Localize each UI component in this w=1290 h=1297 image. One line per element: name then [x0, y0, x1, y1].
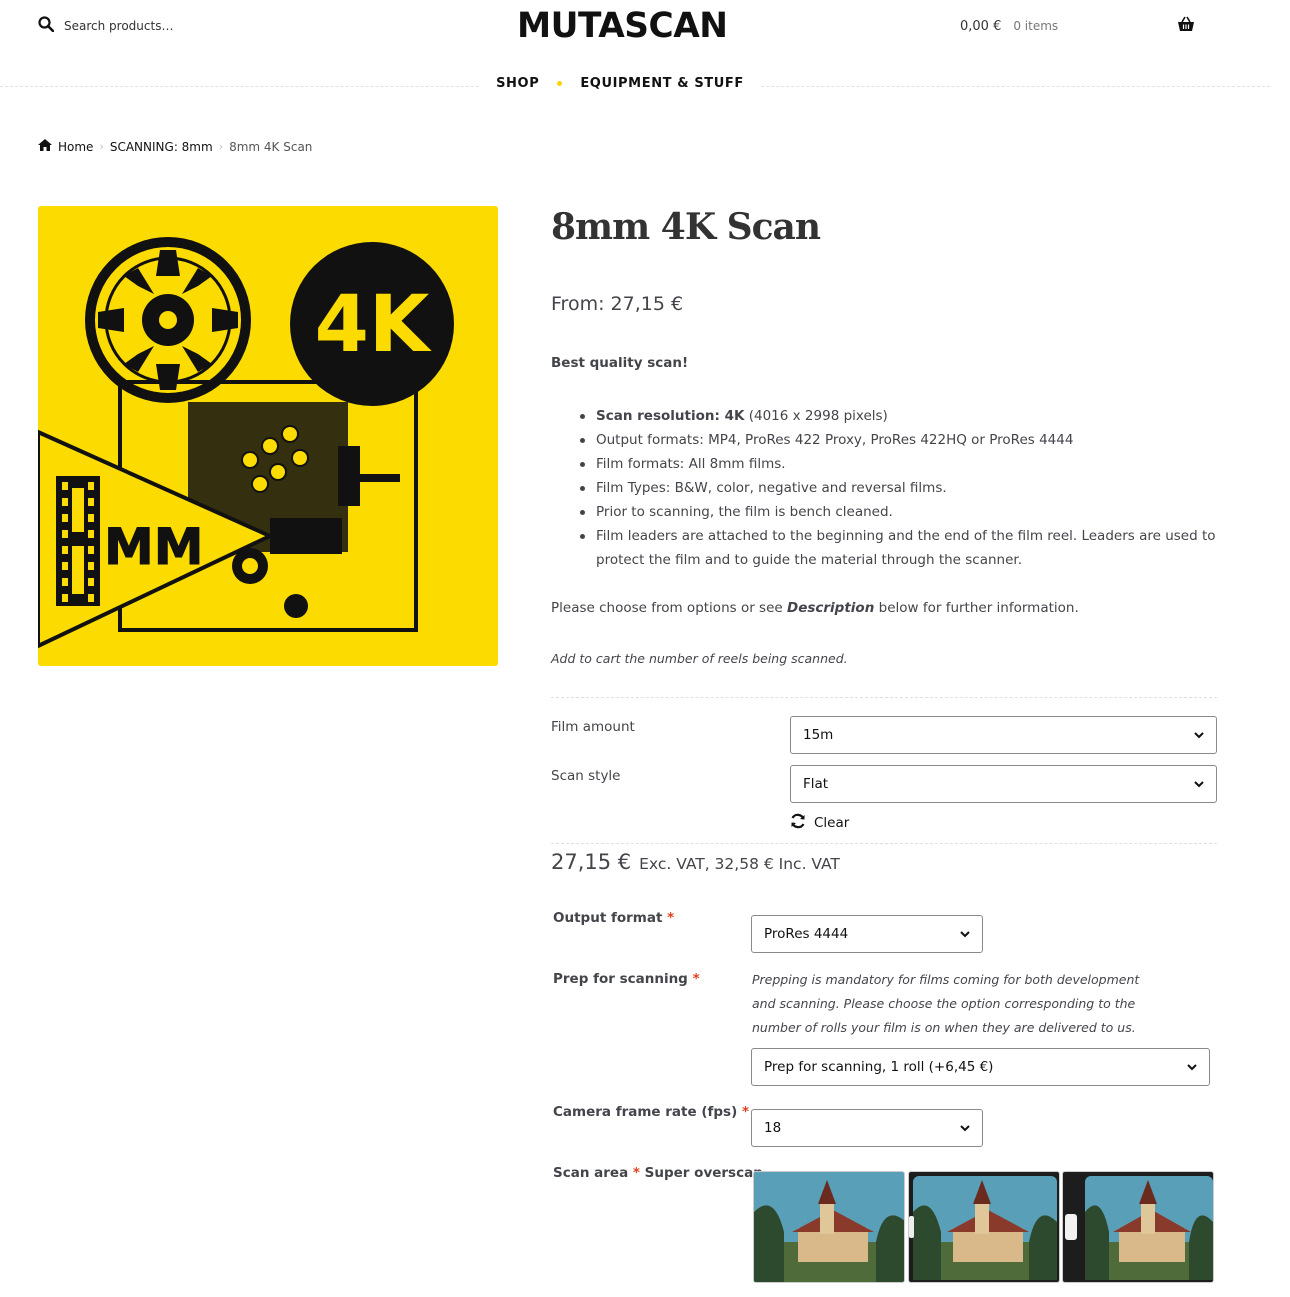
- choose-options-text: Please choose from options or see Descri…: [551, 600, 1079, 616]
- price-from: From: 27,15 €: [551, 293, 684, 315]
- search-icon[interactable]: [38, 16, 55, 36]
- feature-text: (4016 x 2998 pixels): [744, 408, 888, 424]
- chevron-down-icon: [1187, 1059, 1197, 1075]
- scan-area-option[interactable]: [908, 1171, 1060, 1283]
- chevron-down-icon: [1194, 776, 1204, 792]
- list-item: Film leaders are attached to the beginni…: [580, 524, 1220, 572]
- required-mark: *: [741, 1104, 750, 1120]
- film-amount-select[interactable]: 15m: [790, 716, 1217, 754]
- header-search[interactable]: [38, 16, 264, 36]
- choose-text-pre: Please choose from options or see: [551, 600, 787, 616]
- scan-style-select[interactable]: Flat: [790, 765, 1217, 803]
- prep-value: Prep for scanning, 1 roll (+6,45 €): [764, 1059, 994, 1075]
- film-amount-value: 15m: [803, 727, 834, 743]
- fps-label: Camera frame rate (fps) *: [553, 1104, 749, 1120]
- required-mark: *: [632, 1165, 640, 1181]
- divider: [551, 843, 1217, 844]
- list-item: Film Types: B&W, color, negative and rev…: [580, 476, 1220, 500]
- film-amount-label: Film amount: [551, 719, 635, 735]
- basket-icon[interactable]: [1177, 16, 1195, 36]
- nav-item-shop[interactable]: SHOP: [496, 76, 539, 91]
- price-amount: 27,15 €: [551, 850, 632, 874]
- fps-label-text: Camera frame rate (fps): [553, 1104, 738, 1120]
- site-logo[interactable]: MUTASCAN: [517, 6, 728, 46]
- scan-area-option[interactable]: [753, 1171, 905, 1283]
- prep-description: Prepping is mandatory for films coming f…: [752, 972, 1140, 1035]
- prep-label: Prep for scanning *: [553, 971, 700, 987]
- scan-area-value: Super overscan: [644, 1165, 763, 1181]
- chevron-down-icon: [1194, 727, 1204, 743]
- image-mm-label: MM: [104, 518, 204, 576]
- cart-total[interactable]: 0,00 €: [960, 19, 1001, 34]
- clear-label: Clear: [814, 815, 850, 831]
- breadcrumb-home[interactable]: Home: [58, 140, 93, 154]
- divider: [551, 697, 1217, 698]
- list-item: Film formats: All 8mm films.: [580, 452, 1220, 476]
- scan-area-label: Scan area * Super overscan: [553, 1165, 763, 1181]
- cart-count[interactable]: 0 items: [1013, 19, 1058, 33]
- output-format-label-text: Output format: [553, 910, 663, 926]
- breadcrumb-category[interactable]: SCANNING: 8mm: [110, 140, 213, 154]
- price-vat: Exc. VAT, 32,58 € Inc. VAT: [639, 855, 840, 873]
- nav-separator-dot: [557, 81, 563, 86]
- primary-nav: SHOP EQUIPMENT & STUFF: [480, 72, 760, 95]
- fps-value: 18: [764, 1120, 782, 1136]
- image-4k-label: 4K: [315, 280, 432, 370]
- choose-text-post: below for further information.: [874, 600, 1079, 616]
- feature-list: Scan resolution: 4K (4016 x 2998 pixels)…: [580, 404, 1220, 572]
- prep-label-text: Prep for scanning: [553, 971, 688, 987]
- scan-style-label: Scan style: [551, 768, 621, 784]
- output-format-select[interactable]: ProRes 4444: [751, 915, 983, 953]
- clear-button[interactable]: Clear: [790, 813, 849, 833]
- output-format-value: ProRes 4444: [764, 926, 849, 942]
- scan-area-label-text: Scan area: [553, 1165, 629, 1181]
- breadcrumb-current: 8mm 4K Scan: [229, 139, 313, 154]
- scan-area-option[interactable]: [1062, 1171, 1214, 1283]
- breadcrumb-separator: ›: [218, 140, 224, 153]
- feature-bold: Scan resolution: 4K: [596, 408, 745, 424]
- prep-select[interactable]: Prep for scanning, 1 roll (+6,45 €): [751, 1048, 1210, 1086]
- scan-style-value: Flat: [803, 776, 829, 792]
- description-link[interactable]: Description: [787, 600, 874, 616]
- product-title: 8mm 4K Scan: [551, 206, 821, 248]
- list-item: Scan resolution: 4K (4016 x 2998 pixels): [580, 404, 1220, 428]
- chevron-down-icon: [960, 1120, 970, 1136]
- chevron-down-icon: [960, 926, 970, 942]
- product-image[interactable]: 4K MM: [38, 206, 498, 666]
- list-item: Prior to scanning, the film is bench cle…: [580, 500, 1220, 524]
- list-item: Output formats: MP4, ProRes 422 Proxy, P…: [580, 428, 1220, 452]
- required-mark: *: [692, 971, 700, 987]
- fps-select[interactable]: 18: [751, 1109, 983, 1147]
- refresh-icon: [790, 813, 806, 833]
- breadcrumb: Home › SCANNING: 8mm › 8mm 4K Scan: [38, 139, 312, 154]
- home-icon[interactable]: [38, 139, 52, 154]
- search-input[interactable]: [64, 19, 264, 33]
- output-format-label: Output format *: [553, 910, 674, 926]
- header-cart[interactable]: 0,00 € 0 items: [960, 16, 1195, 36]
- product-lead: Best quality scan!: [551, 355, 689, 371]
- variation-price: 27,15 € Exc. VAT, 32,58 € Inc. VAT: [551, 850, 840, 874]
- nav-item-equipment[interactable]: EQUIPMENT & STUFF: [580, 76, 744, 91]
- required-mark: *: [667, 910, 675, 926]
- breadcrumb-separator: ›: [99, 140, 104, 153]
- cart-note: Add to cart the number of reels being sc…: [551, 651, 848, 666]
